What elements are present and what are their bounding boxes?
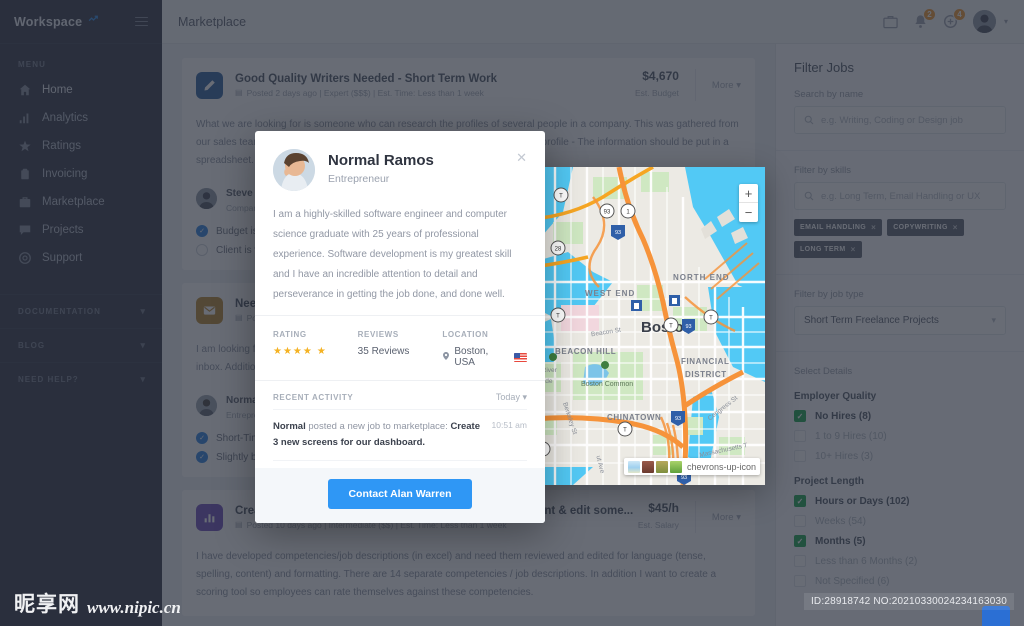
map-zoom-out-button[interactable]: − [739,203,758,222]
watermark-cn-text: 昵享网 [14,592,80,616]
map-thumb-streetview[interactable] [641,460,654,473]
profile-role: Entrepreneur [328,173,390,185]
us-flag-icon [514,352,528,362]
map-zoom-controls[interactable]: + − [739,184,758,222]
profile-modal-header: Normal Ramos Entrepreneur ✕ [255,131,545,191]
location-text: Boston, USA [454,346,489,368]
svg-text:T: T [709,316,713,322]
recent-activity-header: RECENT ACTIVITY Today ▾ [273,381,527,409]
recent-activity-label: RECENT ACTIVITY [273,393,354,402]
map-thumb-photo[interactable] [669,460,682,473]
profile-identity: Normal Ramos Entrepreneur [328,149,434,185]
map-zoom-in-button[interactable]: + [739,184,758,203]
star-rating-empty: ★ [316,346,327,357]
location-map[interactable]: Boston NORTH END WEST END BEACON HILL FI… [533,167,765,485]
map-layer-thumbnails[interactable]: chevrons-up-icon [623,458,760,475]
app-root: Workspace MENU Home Analytics Ratings [0,0,1024,626]
map-markers: T 93 1 28 T T T T T 93 93 93 93 [533,187,719,485]
profile-stats: RATING ★★★★ ★ REVIEWS 35 Reviews LOCATION… [255,315,545,380]
svg-text:28: 28 [555,247,562,253]
reviews-label: REVIEWS [357,330,399,339]
profile-location: LOCATION Boston, USA [442,330,528,368]
svg-text:93: 93 [675,416,681,422]
activity-item: Normal posted a new job to marketplace: … [273,409,527,460]
map-pin-icon [442,351,450,363]
svg-text:93: 93 [604,210,611,216]
avatar [273,149,315,191]
profile-rating: RATING ★★★★ ★ [273,330,358,368]
activity-verb: posted a new job to marketplace: [305,421,451,432]
location-label: LOCATION [442,330,489,339]
chevrons-up-icon[interactable]: chevrons-up-icon [687,462,756,472]
watermark-id: ID:28918742 NO:20210330024234163030 [803,593,1014,610]
activity-actor: Normal [273,421,306,432]
activity-filter-dropdown[interactable]: Today ▾ [496,392,527,403]
svg-text:T: T [623,428,627,434]
svg-text:T: T [556,314,560,320]
activity-item: Normal marked job Design new support pag… [273,460,527,468]
svg-text:T: T [559,194,563,200]
map-thumb-satellite[interactable] [627,460,640,473]
star-rating-filled: ★★★★ [273,346,313,357]
profile-name: Normal Ramos [328,152,434,169]
location-value-row: Boston, USA [442,346,528,368]
contact-button[interactable]: Contact Alan Warren [328,479,472,509]
activity-filter-label: Today [495,392,520,402]
chevron-down-icon: ▾ [522,392,527,402]
rating-label: RATING [273,330,307,339]
profile-reviews: REVIEWS 35 Reviews [358,330,443,368]
profile-modal: Normal Ramos Entrepreneur ✕ I am a highl… [255,131,545,523]
watermark-logo: 昵享网 www.nipic.cn [14,588,181,618]
watermark-url: www.nipic.cn [87,598,181,617]
svg-text:T: T [669,324,673,330]
svg-text:93: 93 [615,230,621,236]
profile-bio: I am a highly-skilled software engineer … [273,209,512,300]
activity-text: Normal posted a new job to marketplace: … [273,419,492,451]
svg-text:93: 93 [681,475,687,481]
activity-time: 10:51 am [491,420,527,430]
rating-value: ★★★★ ★ [273,346,358,357]
recent-activity: RECENT ACTIVITY Today ▾ Normal posted a … [255,380,545,468]
svg-text:93: 93 [685,324,691,330]
close-icon[interactable]: ✕ [516,149,527,164]
map-thumb-terrain[interactable] [655,460,668,473]
reviews-value: 35 Reviews [357,346,410,357]
profile-modal-footer: Contact Alan Warren [255,468,545,523]
